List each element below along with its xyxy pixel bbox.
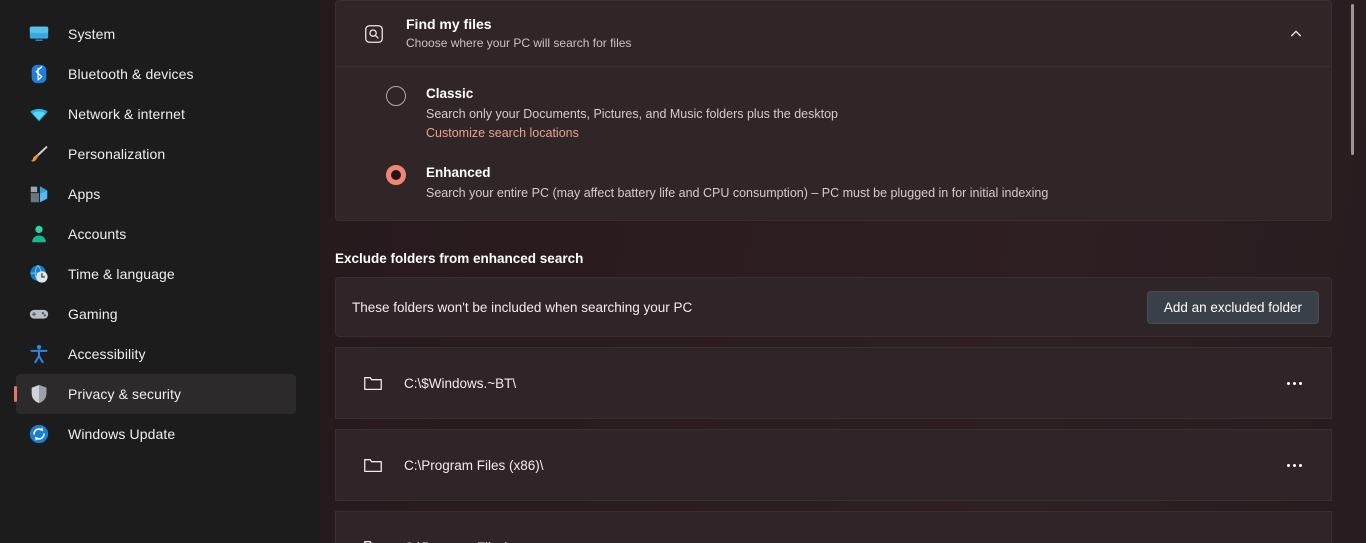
paintbrush-icon <box>28 143 50 165</box>
sidebar-item-label: Apps <box>68 186 101 202</box>
sidebar-item-label: Personalization <box>68 146 166 162</box>
radio-option-classic[interactable]: Classic Search only your Documents, Pictu… <box>336 83 1331 144</box>
sidebar-item-label: Accounts <box>68 226 127 242</box>
sidebar-item-label: Accessibility <box>68 346 146 362</box>
person-icon <box>28 223 50 245</box>
find-my-files-card: Find my files Choose where your PC will … <box>335 0 1332 221</box>
more-icon[interactable] <box>1277 532 1311 543</box>
chevron-up-icon[interactable] <box>1279 17 1313 51</box>
sidebar-item-label: Gaming <box>68 306 118 322</box>
sidebar-item-windows-update[interactable]: Windows Update <box>16 414 296 454</box>
radio-option-description: Search only your Documents, Pictures, an… <box>426 107 839 121</box>
more-icon[interactable] <box>1277 450 1311 480</box>
excluded-folder-path: C:\Program Files\ <box>404 540 1277 543</box>
find-my-files-subtitle: Choose where your PC will search for fil… <box>406 36 632 50</box>
sidebar-item-accounts[interactable]: Accounts <box>16 214 296 254</box>
radio-button-enhanced[interactable] <box>386 165 406 185</box>
radio-option-text: Classic Search only your Documents, Pictu… <box>426 85 1311 142</box>
gamepad-icon <box>28 303 50 325</box>
sidebar-item-bluetooth-devices[interactable]: Bluetooth & devices <box>16 54 296 94</box>
radio-option-title: Classic <box>426 86 474 101</box>
sidebar-item-network-internet[interactable]: Network & internet <box>16 94 296 134</box>
apps-icon <box>28 183 50 205</box>
exclude-section-heading: Exclude folders from enhanced search <box>335 251 584 266</box>
vertical-scrollbar[interactable] <box>1348 0 1360 543</box>
sidebar-item-time-language[interactable]: Time & language <box>16 254 296 294</box>
folder-icon <box>362 372 384 394</box>
shield-icon <box>28 383 50 405</box>
excluded-folder-row[interactable]: C:\Program Files (x86)\ <box>335 429 1332 501</box>
sidebar-item-system[interactable]: System <box>16 14 296 54</box>
settings-sidebar: System Bluetooth & devices Network & inter… <box>0 0 320 543</box>
find-my-files-title: Find my files <box>406 16 492 32</box>
search-box-icon <box>362 22 386 46</box>
radio-button-classic[interactable] <box>386 86 406 106</box>
folder-icon <box>362 454 384 476</box>
sidebar-item-apps[interactable]: Apps <box>16 174 296 214</box>
more-icon[interactable] <box>1277 368 1311 398</box>
customize-search-locations-link[interactable]: Customize search locations <box>426 124 579 142</box>
excluded-folder-path: C:\Program Files (x86)\ <box>404 457 544 473</box>
sidebar-item-gaming[interactable]: Gaming <box>16 294 296 334</box>
scrollbar-thumb[interactable] <box>1351 4 1354 155</box>
monitor-icon <box>28 23 50 45</box>
accessibility-icon <box>28 343 50 365</box>
clock-globe-icon <box>28 263 50 285</box>
sidebar-item-accessibility[interactable]: Accessibility <box>16 334 296 374</box>
excluded-folder-row[interactable]: C:\Program Files\ <box>335 511 1332 543</box>
exclude-info-card: These folders won't be included when sea… <box>335 277 1332 337</box>
settings-window: System Bluetooth & devices Network & inter… <box>0 0 1366 543</box>
radio-option-enhanced[interactable]: Enhanced Search your entire PC (may affec… <box>336 162 1331 204</box>
radio-option-description: Search your entire PC (may affect batter… <box>426 186 1049 200</box>
exclude-info-text: These folders won't be included when sea… <box>352 299 693 315</box>
find-my-files-header[interactable]: Find my files Choose where your PC will … <box>336 1 1331 67</box>
radio-option-text: Enhanced Search your entire PC (may affec… <box>426 164 1311 202</box>
sidebar-item-label: System <box>68 26 116 42</box>
bluetooth-icon <box>28 63 50 85</box>
sidebar-item-personalization[interactable]: Personalization <box>16 134 296 174</box>
sidebar-nav-list: System Bluetooth & devices Network & inter… <box>0 0 320 454</box>
update-icon <box>28 423 50 445</box>
sidebar-item-label: Network & internet <box>68 106 185 122</box>
sidebar-item-label: Bluetooth & devices <box>68 66 194 82</box>
excluded-folder-path: C:\$Windows.~BT\ <box>404 375 517 391</box>
radio-option-title: Enhanced <box>426 165 491 180</box>
excluded-folder-list: C:\$Windows.~BT\ C:\Program Files (x86)\ C… <box>335 347 1366 543</box>
sidebar-item-label: Privacy & security <box>68 386 182 402</box>
folder-icon <box>362 536 384 543</box>
sidebar-item-label: Windows Update <box>68 426 176 442</box>
find-my-files-options: Classic Search only your Documents, Pictu… <box>336 67 1331 220</box>
wifi-icon <box>28 103 50 125</box>
sidebar-item-privacy-security[interactable]: Privacy & security <box>16 374 296 414</box>
sidebar-item-label: Time & language <box>68 266 175 282</box>
excluded-folder-row[interactable]: C:\$Windows.~BT\ <box>335 347 1332 419</box>
settings-content: Find my files Choose where your PC will … <box>320 0 1366 543</box>
add-excluded-folder-button[interactable]: Add an excluded folder <box>1146 290 1319 324</box>
